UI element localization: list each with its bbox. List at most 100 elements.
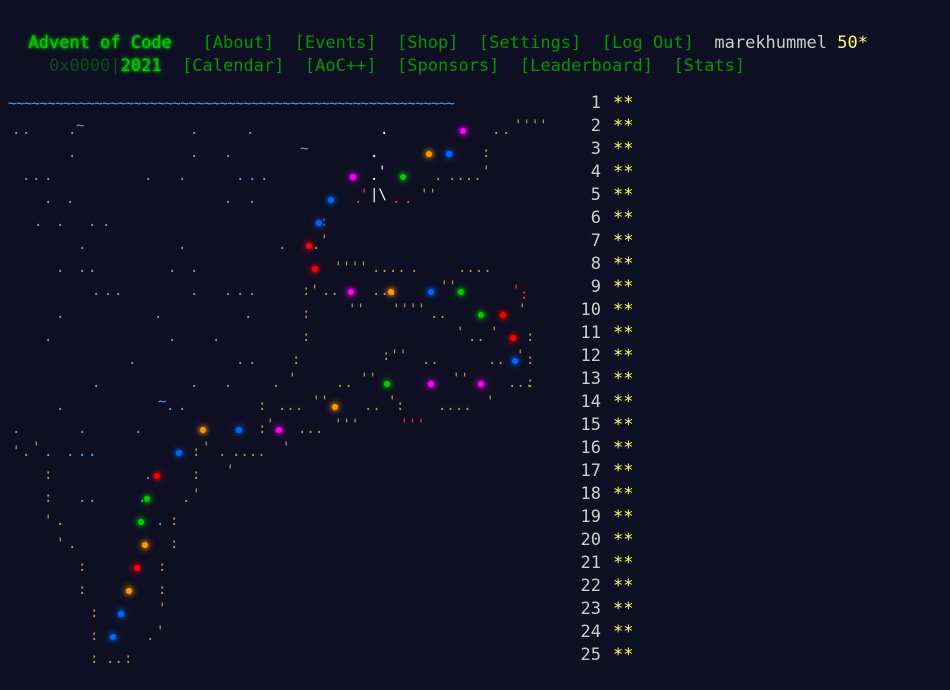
art-glyph: . bbox=[56, 306, 65, 322]
art-glyph: ' bbox=[282, 440, 291, 456]
day-stars: ** bbox=[613, 116, 634, 136]
art-glyph: . bbox=[212, 329, 221, 345]
day-link-6[interactable]: 6 ** bbox=[576, 207, 646, 230]
day-number: 4 bbox=[590, 162, 601, 182]
day-link-22[interactable]: 22 ** bbox=[576, 575, 646, 598]
art-light bbox=[478, 381, 484, 387]
day-link-16[interactable]: 16 ** bbox=[576, 437, 646, 460]
art-glyph: ' bbox=[490, 325, 499, 341]
day-stars: ** bbox=[613, 530, 634, 550]
day-link-3[interactable]: 3 ** bbox=[576, 138, 646, 161]
day-link-21[interactable]: 21 ** bbox=[576, 552, 646, 575]
art-glyph: .. bbox=[106, 651, 123, 667]
art-glyph: .... bbox=[438, 398, 472, 414]
art-glyph: . bbox=[224, 145, 233, 161]
art-light bbox=[500, 312, 506, 318]
art-glyph: . bbox=[410, 260, 419, 276]
art-glyph: . bbox=[128, 352, 137, 368]
art-glyph: '' bbox=[312, 394, 329, 410]
day-link-23[interactable]: 23 ** bbox=[576, 598, 646, 621]
day-link-20[interactable]: 20 ** bbox=[576, 529, 646, 552]
sub-nav: [Calendar] [AoC++] [Sponsors] [Leaderboa… bbox=[182, 56, 745, 76]
art-glyph: . bbox=[502, 122, 511, 138]
art-glyph: :' bbox=[302, 283, 319, 299]
art-glyph: . bbox=[434, 168, 443, 184]
day-link-13[interactable]: 13 ** bbox=[576, 368, 646, 391]
art-glyph: '' bbox=[452, 371, 469, 387]
art-glyph: . bbox=[22, 444, 31, 460]
art-glyph: '' bbox=[420, 187, 437, 203]
art-glyph: : bbox=[158, 559, 167, 575]
art-light bbox=[110, 634, 116, 640]
art-glyph: . bbox=[134, 421, 143, 437]
nav-sponsors[interactable]: [Sponsors] bbox=[397, 56, 499, 76]
art-glyph: . bbox=[22, 122, 31, 138]
day-link-11[interactable]: 11 ** bbox=[576, 322, 646, 345]
art-light bbox=[144, 496, 150, 502]
art-glyph: . bbox=[92, 283, 101, 299]
nav-aocplusplus[interactable]: [AoC++] bbox=[305, 56, 377, 76]
day-stars: ** bbox=[613, 369, 634, 389]
day-stars: ** bbox=[613, 484, 634, 504]
day-link-4[interactable]: 4 ** bbox=[576, 161, 646, 184]
day-stars: ** bbox=[613, 415, 634, 435]
art-light bbox=[276, 427, 282, 433]
art-light bbox=[512, 358, 518, 364]
day-link-19[interactable]: 19 ** bbox=[576, 506, 646, 529]
art-glyph: . bbox=[190, 260, 199, 276]
art-glyph: : bbox=[302, 329, 311, 345]
day-link-18[interactable]: 18 ** bbox=[576, 483, 646, 506]
art-glyph: . bbox=[190, 145, 199, 161]
art-glyph: '''' bbox=[514, 118, 548, 134]
day-link-7[interactable]: 7 ** bbox=[576, 230, 646, 253]
day-link-2[interactable]: 2 ** bbox=[576, 115, 646, 138]
art-glyph: . bbox=[154, 306, 163, 322]
art-glyph: ~ bbox=[300, 141, 309, 157]
day-stars: ** bbox=[613, 622, 634, 642]
day-stars: ** bbox=[613, 300, 634, 320]
art-glyph: ' bbox=[192, 487, 201, 503]
art-glyph: . bbox=[32, 168, 41, 184]
art-light bbox=[426, 151, 432, 157]
day-stars: ** bbox=[613, 254, 634, 274]
day-link-5[interactable]: 5 ** bbox=[576, 184, 646, 207]
art-glyph: ''' bbox=[400, 417, 426, 433]
day-number: 12 bbox=[580, 346, 601, 366]
day-number: 23 bbox=[580, 599, 601, 619]
calendar-art[interactable]: ~~~~~~~~~~~~~~~~~~~~~~~~~~~~~~~~~~~~~~~~… bbox=[8, 89, 568, 679]
nav-leaderboard[interactable]: [Leaderboard] bbox=[520, 56, 653, 76]
art-glyph: : bbox=[90, 605, 99, 621]
art-glyph: . bbox=[114, 283, 123, 299]
art-glyph: ''' bbox=[334, 417, 360, 433]
day-link-24[interactable]: 24 ** bbox=[576, 621, 646, 644]
nav-calendar[interactable]: [Calendar] bbox=[182, 56, 284, 76]
art-glyph: : bbox=[170, 513, 179, 529]
art-glyph: ... bbox=[278, 398, 304, 414]
art-light bbox=[458, 289, 464, 295]
art-glyph: ' bbox=[482, 164, 491, 180]
nav-stats[interactable]: [Stats] bbox=[673, 56, 745, 76]
day-link-9[interactable]: 9 ** bbox=[576, 276, 646, 299]
art-light bbox=[328, 197, 334, 203]
art-light bbox=[332, 404, 338, 410]
art-glyph: . bbox=[156, 513, 165, 529]
day-stars: ** bbox=[613, 645, 634, 665]
year-link[interactable]: 2021 bbox=[121, 56, 162, 76]
day-number: 3 bbox=[590, 139, 601, 159]
day-link-12[interactable]: 12 ** bbox=[576, 345, 646, 368]
day-link-17[interactable]: 17 ** bbox=[576, 460, 646, 483]
ocean-surface: ~~~~~~~~~~~~~~~~~~~~~~~~~~~~~~~~~~~~~~~~… bbox=[8, 96, 455, 112]
day-link-1[interactable]: 1 ** bbox=[576, 92, 646, 115]
day-link-25[interactable]: 25 ** bbox=[576, 644, 646, 667]
art-light bbox=[118, 611, 124, 617]
art-glyph: . bbox=[66, 444, 75, 460]
art-glyph: . bbox=[56, 398, 65, 414]
day-link-14[interactable]: 14 ** bbox=[576, 391, 646, 414]
art-light bbox=[176, 450, 182, 456]
day-link-8[interactable]: 8 ** bbox=[576, 253, 646, 276]
art-light bbox=[316, 220, 322, 226]
day-link-15[interactable]: 15 ** bbox=[576, 414, 646, 437]
day-link-10[interactable]: 10 ** bbox=[576, 299, 646, 322]
day-number: 8 bbox=[590, 254, 601, 274]
art-glyph: ' bbox=[12, 444, 21, 460]
